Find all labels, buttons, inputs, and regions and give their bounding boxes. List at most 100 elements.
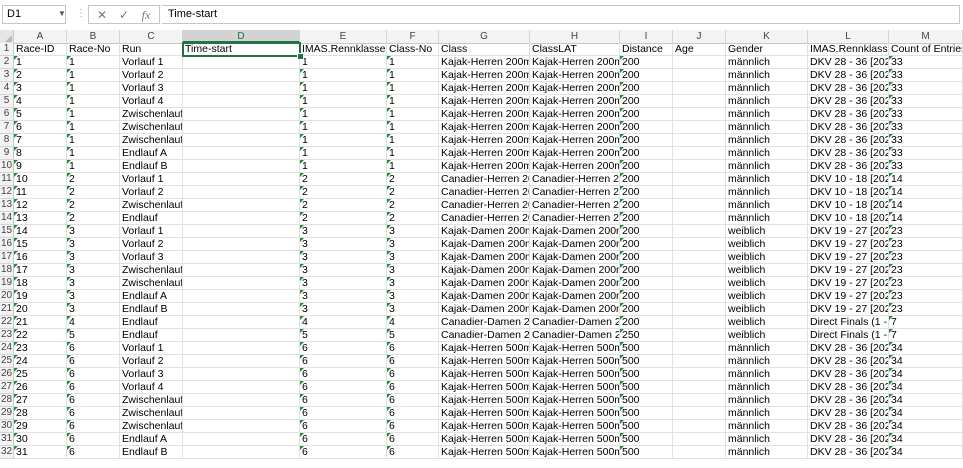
cell-g[interactable]: Kajak-Herren 200m xyxy=(439,69,530,82)
cell-h[interactable]: Kajak-Damen 200m xyxy=(530,238,620,251)
cell-f[interactable]: 2 xyxy=(387,199,439,212)
cell-d[interactable] xyxy=(183,173,300,186)
cell-d[interactable] xyxy=(183,290,300,303)
cell-a[interactable]: 27 xyxy=(14,394,67,407)
cell-e[interactable]: 1 xyxy=(300,160,387,173)
cell-e[interactable]: 3 xyxy=(300,251,387,264)
cell-c[interactable]: Vorlauf 1 xyxy=(120,342,183,355)
cell-f[interactable]: 1 xyxy=(387,121,439,134)
cell-l[interactable]: DKV 19 - 27 [2020] Plan A xyxy=(808,277,889,290)
cell-c[interactable]: Endlauf A xyxy=(120,147,183,160)
cell-e[interactable]: 1 xyxy=(300,134,387,147)
cell-m[interactable]: 33 xyxy=(889,95,963,108)
cell-g[interactable]: Kajak-Damen 200m xyxy=(439,303,530,316)
cell-b[interactable]: 3 xyxy=(67,277,120,290)
header-cell-c[interactable]: Run xyxy=(120,43,183,56)
cell-i[interactable]: 200 xyxy=(620,290,673,303)
cell-m[interactable]: 14 xyxy=(889,199,963,212)
cell-a[interactable]: 10 xyxy=(14,173,67,186)
cell-k[interactable]: männlich xyxy=(726,69,808,82)
cell-h[interactable]: Kajak-Herren 200m xyxy=(530,134,620,147)
cell-l[interactable]: DKV 19 - 27 [2020] Plan A xyxy=(808,238,889,251)
cell-a[interactable]: 6 xyxy=(14,121,67,134)
cell-i[interactable]: 200 xyxy=(620,134,673,147)
cell-e[interactable]: 6 xyxy=(300,420,387,433)
cell-d[interactable] xyxy=(183,277,300,290)
cell-h[interactable]: Canadier-Herren 200m xyxy=(530,199,620,212)
cell-b[interactable]: 6 xyxy=(67,355,120,368)
cell-c[interactable]: Vorlauf 2 xyxy=(120,186,183,199)
cell-m[interactable]: 23 xyxy=(889,238,963,251)
cell-j[interactable] xyxy=(673,342,726,355)
cell-k[interactable]: männlich xyxy=(726,355,808,368)
cell-k[interactable]: weiblich xyxy=(726,303,808,316)
column-header-k[interactable]: K xyxy=(726,30,808,43)
row-header[interactable]: 16 xyxy=(0,238,14,251)
cell-f[interactable]: 1 xyxy=(387,69,439,82)
cell-k[interactable]: männlich xyxy=(726,186,808,199)
cell-k[interactable]: männlich xyxy=(726,433,808,446)
cell-l[interactable]: DKV 28 - 36 [2020] Plan A xyxy=(808,160,889,173)
header-cell-b[interactable]: Race-No xyxy=(67,43,120,56)
cell-j[interactable] xyxy=(673,238,726,251)
cell-k[interactable]: weiblich xyxy=(726,290,808,303)
cell-k[interactable]: männlich xyxy=(726,147,808,160)
column-header-g[interactable]: G xyxy=(439,30,530,43)
cell-d[interactable] xyxy=(183,251,300,264)
cell-m[interactable]: 23 xyxy=(889,251,963,264)
cell-b[interactable]: 6 xyxy=(67,342,120,355)
header-cell-a[interactable]: Race-ID xyxy=(14,43,67,56)
cell-j[interactable] xyxy=(673,212,726,225)
cell-c[interactable]: Zwischenlauf 1 xyxy=(120,394,183,407)
cell-d[interactable] xyxy=(183,420,300,433)
cell-b[interactable]: 1 xyxy=(67,82,120,95)
cell-k[interactable]: männlich xyxy=(726,160,808,173)
cell-l[interactable]: DKV 10 - 18 [2020] Plan A xyxy=(808,199,889,212)
cell-l[interactable]: DKV 19 - 27 [2020] Plan A xyxy=(808,225,889,238)
cell-a[interactable]: 17 xyxy=(14,264,67,277)
column-header-e[interactable]: E xyxy=(300,30,387,43)
row-header[interactable]: 24 xyxy=(0,342,14,355)
cell-i[interactable]: 500 xyxy=(620,394,673,407)
cell-b[interactable]: 1 xyxy=(67,147,120,160)
cell-i[interactable]: 200 xyxy=(620,173,673,186)
cell-j[interactable] xyxy=(673,277,726,290)
cell-e[interactable]: 3 xyxy=(300,277,387,290)
cell-c[interactable]: Endlauf B xyxy=(120,160,183,173)
cell-i[interactable]: 500 xyxy=(620,420,673,433)
cell-h[interactable]: Kajak-Damen 200m xyxy=(530,264,620,277)
cell-a[interactable]: 9 xyxy=(14,160,67,173)
cell-g[interactable]: Canadier-Herren 200m xyxy=(439,186,530,199)
cell-g[interactable]: Canadier-Herren 200m xyxy=(439,173,530,186)
cell-b[interactable]: 1 xyxy=(67,134,120,147)
cell-g[interactable]: Kajak-Herren 200m xyxy=(439,108,530,121)
cell-a[interactable]: 3 xyxy=(14,82,67,95)
cell-g[interactable]: Canadier-Herren 200m xyxy=(439,199,530,212)
cell-l[interactable]: DKV 28 - 36 [2020] Plan A xyxy=(808,82,889,95)
cell-i[interactable]: 500 xyxy=(620,342,673,355)
cell-b[interactable]: 5 xyxy=(67,329,120,342)
cell-i[interactable]: 200 xyxy=(620,277,673,290)
cell-m[interactable]: 34 xyxy=(889,407,963,420)
cell-e[interactable]: 1 xyxy=(300,121,387,134)
cell-a[interactable]: 29 xyxy=(14,420,67,433)
cell-l[interactable]: DKV 28 - 36 [2020] Plan A xyxy=(808,394,889,407)
cell-j[interactable] xyxy=(673,290,726,303)
cell-d[interactable] xyxy=(183,368,300,381)
cell-m[interactable]: 34 xyxy=(889,433,963,446)
cell-k[interactable]: männlich xyxy=(726,108,808,121)
cell-a[interactable]: 31 xyxy=(14,446,67,459)
cell-b[interactable]: 6 xyxy=(67,420,120,433)
cell-e[interactable]: 4 xyxy=(300,316,387,329)
cell-j[interactable] xyxy=(673,225,726,238)
cell-e[interactable]: 6 xyxy=(300,355,387,368)
row-header[interactable]: 8 xyxy=(0,134,14,147)
cell-d[interactable] xyxy=(183,108,300,121)
cell-h[interactable]: Kajak-Herren 500m xyxy=(530,381,620,394)
cell-m[interactable]: 33 xyxy=(889,108,963,121)
row-header[interactable]: 18 xyxy=(0,264,14,277)
cell-f[interactable]: 6 xyxy=(387,355,439,368)
cell-l[interactable]: DKV 28 - 36 [2020] Plan A xyxy=(808,407,889,420)
cell-a[interactable]: 4 xyxy=(14,95,67,108)
cell-c[interactable]: Vorlauf 1 xyxy=(120,225,183,238)
